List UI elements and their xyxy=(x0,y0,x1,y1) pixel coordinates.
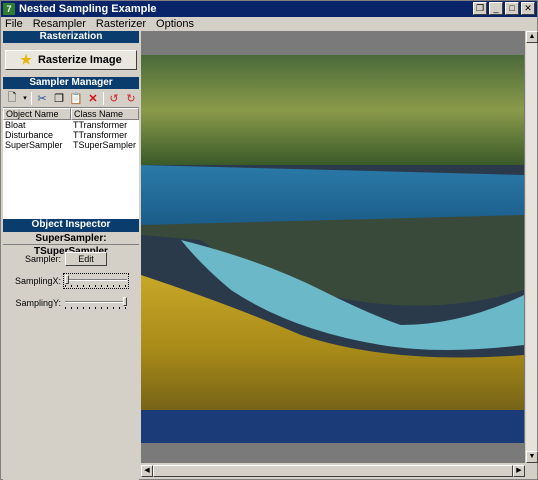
star-icon: ★ xyxy=(20,52,32,67)
property-sampler: Sampler: Edit xyxy=(3,248,139,270)
item-class-name: TTransformer xyxy=(73,120,128,130)
item-object-name: Bloat xyxy=(5,120,26,130)
slider-track xyxy=(65,301,127,303)
close-button[interactable]: ✕ xyxy=(521,2,535,15)
item-class-name: TTransformer xyxy=(73,130,128,140)
menu-file[interactable]: File xyxy=(5,18,23,30)
cut-icon[interactable]: ✂ xyxy=(35,91,49,105)
window-title: Nested Sampling Example xyxy=(19,3,157,15)
copy-icon[interactable]: ❐ xyxy=(52,91,66,105)
list-header: Object Name Class Name xyxy=(3,108,139,120)
slider-track xyxy=(65,279,127,281)
rasterization-header: Rasterization xyxy=(3,31,139,43)
item-object-name: Disturbance xyxy=(5,130,54,140)
new-icon[interactable]: 🗋 xyxy=(5,91,19,105)
delphi-app-icon: 7 xyxy=(3,3,15,15)
horizontal-scrollbar[interactable]: ◀ ▶ xyxy=(141,465,525,477)
slider-ticks xyxy=(65,285,127,287)
list-item[interactable]: SuperSampler TSuperSampler xyxy=(3,140,139,150)
bottom-water-region xyxy=(141,410,524,443)
maximize-icon: □ xyxy=(509,3,515,13)
minimize-button[interactable]: _ xyxy=(489,2,503,15)
rasterization-panel: ★ Rasterize Image xyxy=(3,43,139,77)
vertical-scrollbar[interactable]: ▲ ▼ xyxy=(525,31,538,463)
sampler-toolbar: 🗋 ▾ ✂ ❐ 📋 ✕ ↺ ↻ xyxy=(3,89,139,107)
item-object-name: SuperSampler xyxy=(5,140,63,150)
forest-region xyxy=(141,55,524,165)
sampler-manager-header: Sampler Manager xyxy=(3,77,139,89)
sampler-label: Sampler: xyxy=(24,254,61,264)
redo-icon[interactable]: ↻ xyxy=(124,91,138,105)
horizontal-scroll-thumb[interactable] xyxy=(153,465,513,477)
sampler-list[interactable]: Object Name Class Name Bloat TTransforme… xyxy=(3,107,139,219)
delete-icon[interactable]: ✕ xyxy=(86,91,100,105)
object-inspector-header: Object Inspector xyxy=(3,219,139,232)
item-class-name: TSuperSampler xyxy=(73,140,137,150)
image-viewer[interactable] xyxy=(141,31,525,463)
property-sampling-y: SamplingY: xyxy=(3,292,139,314)
column-class-name[interactable]: Class Name xyxy=(71,108,139,120)
list-item[interactable]: Disturbance TTransformer xyxy=(3,130,139,140)
scroll-left-button[interactable]: ◀ xyxy=(141,465,153,477)
close-icon: ✕ xyxy=(524,3,532,13)
minimize-icon: _ xyxy=(493,3,499,13)
scrollbar-corner xyxy=(525,465,537,477)
menu-bar: File Resampler Rasterizer Options xyxy=(1,17,537,31)
dropdown-icon[interactable]: ▾ xyxy=(22,91,28,105)
property-sampling-x: SamplingX: xyxy=(3,270,139,292)
list-item[interactable]: Bloat TTransformer xyxy=(3,120,139,130)
toolbar-separator xyxy=(103,91,104,105)
arrow-left-icon: ◀ xyxy=(144,467,150,474)
scroll-up-button[interactable]: ▲ xyxy=(526,31,538,43)
scroll-right-button[interactable]: ▶ xyxy=(513,465,525,477)
slider-thumb[interactable] xyxy=(65,275,69,284)
rasterize-image-button[interactable]: ★ Rasterize Image xyxy=(5,50,137,70)
arrow-up-icon: ▲ xyxy=(528,33,536,40)
arrow-right-icon: ▶ xyxy=(516,467,522,474)
menu-options[interactable]: Options xyxy=(156,18,194,30)
sampling-y-label: SamplingY: xyxy=(15,298,61,308)
main-window: 7 Nested Sampling Example ❐ _ □ ✕ File R… xyxy=(0,0,538,480)
slider-ticks xyxy=(65,307,127,309)
menu-rasterizer[interactable]: Rasterizer xyxy=(96,18,146,30)
title-bar[interactable]: 7 Nested Sampling Example ❐ _ □ ✕ xyxy=(1,1,537,17)
arrow-down-icon: ▼ xyxy=(528,453,536,460)
restore-icon: ❐ xyxy=(475,3,485,13)
slider-thumb[interactable] xyxy=(123,297,127,306)
undo-icon[interactable]: ↺ xyxy=(107,91,121,105)
toolbar-separator xyxy=(31,91,32,105)
sampling-x-slider[interactable] xyxy=(63,273,129,289)
menu-resampler[interactable]: Resampler xyxy=(33,18,86,30)
rendered-image xyxy=(141,55,524,443)
sampling-x-label: SamplingX: xyxy=(14,276,61,286)
rasterize-image-label: Rasterize Image xyxy=(37,54,122,66)
edit-button[interactable]: Edit xyxy=(65,252,107,266)
column-object-name[interactable]: Object Name xyxy=(3,108,71,120)
scroll-down-button[interactable]: ▼ xyxy=(526,451,538,463)
maximize-button[interactable]: □ xyxy=(505,2,519,15)
sampling-y-slider[interactable] xyxy=(65,297,127,309)
paste-icon[interactable]: 📋 xyxy=(69,91,83,105)
restore-button[interactable]: ❐ xyxy=(473,2,487,15)
object-inspector: SuperSampler: TSuperSampler Sampler: Edi… xyxy=(3,232,139,480)
inspector-object-title: SuperSampler: TSuperSampler xyxy=(3,232,139,257)
left-panel: Rasterization ★ Rasterize Image Sampler … xyxy=(3,31,139,480)
